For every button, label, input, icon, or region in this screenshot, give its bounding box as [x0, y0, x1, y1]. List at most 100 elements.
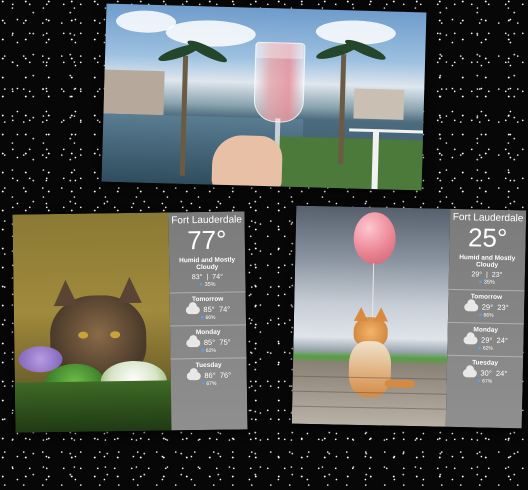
- current-temperature: 25°: [467, 222, 508, 254]
- forecast-temps: 30° 24°: [480, 369, 507, 379]
- raindrop-icon: ●: [200, 347, 205, 355]
- forecast-temps: 85° 74°: [203, 305, 230, 314]
- forecast-precip-value: 66%: [483, 312, 494, 319]
- kitten-tail: [384, 379, 415, 389]
- raindrop-icon: ●: [477, 345, 482, 352]
- low-temp: 74°: [212, 273, 223, 281]
- forecast-day: Monday 29° 24° ● 62%: [447, 321, 524, 353]
- cloud-icon: [186, 371, 201, 380]
- cloud-icon: [462, 368, 477, 377]
- forecast-precip-value: 62%: [205, 347, 216, 354]
- forecast-day: Tuesday 86° 76° ● 67%: [170, 357, 247, 388]
- weather-panel: Fort Lauderdale 77° Humid and Mostly Clo…: [168, 211, 248, 431]
- precipitation: ● 35%: [449, 279, 525, 287]
- foliage: [14, 380, 172, 433]
- forecast-high: 85°: [203, 337, 216, 347]
- weather-card-right: Fort Lauderdale 25° Humid and Mostly Clo…: [291, 205, 527, 429]
- day-name: Tomorrow: [191, 295, 224, 304]
- cloud: [165, 19, 257, 48]
- forecast-row: 29° 24°: [447, 335, 523, 346]
- kitten-ear: [353, 306, 369, 322]
- forecast-high: 29°: [481, 302, 494, 312]
- lawn: [276, 136, 427, 191]
- forecast-high: 30°: [480, 368, 492, 378]
- day-name: Tuesday: [472, 359, 499, 367]
- forecast-precip-value: 67%: [482, 378, 493, 385]
- forecast-day: Tomorrow 85° 74° ● 66%: [169, 291, 246, 322]
- pink-balloon: [353, 211, 397, 265]
- building: [353, 88, 405, 120]
- raindrop-icon: ●: [477, 378, 481, 385]
- forecast-row: 85° 74°: [170, 304, 246, 314]
- forecast-temps: 85° 75°: [204, 338, 231, 347]
- precipitation: ● 35%: [169, 281, 245, 288]
- forecast-low: 24°: [495, 368, 508, 379]
- high-low: 83° | 74°: [169, 273, 245, 281]
- forecast-low: 75°: [219, 337, 231, 347]
- kitten-photo: [291, 205, 451, 427]
- forecast-high: 29°: [481, 335, 493, 345]
- building: [103, 69, 165, 116]
- separator: |: [206, 273, 209, 281]
- forecast-precip: ● 62%: [447, 345, 523, 353]
- forecast-precip-value: 67%: [206, 380, 217, 387]
- forecast-high: 85°: [203, 304, 215, 314]
- forecast-low: 23°: [497, 302, 509, 313]
- raindrop-icon: ●: [478, 312, 483, 319]
- precip-value: 35%: [483, 279, 495, 286]
- forecast-precip: ● 67%: [447, 378, 523, 386]
- marina-photo: [101, 3, 427, 191]
- day-name: Monday: [473, 326, 499, 334]
- weather-card-left: Fort Lauderdale 77° Humid and Mostly Clo…: [12, 211, 248, 433]
- precip-value: 35%: [204, 281, 216, 288]
- forecast-row: 29° 23°: [448, 302, 524, 313]
- current-temperature: 77°: [186, 224, 227, 256]
- glass-rim: [255, 41, 304, 60]
- forecast-precip: ● 66%: [448, 312, 524, 320]
- high-temp: 29°: [471, 271, 483, 279]
- forecast-temps: 29° 24°: [481, 336, 508, 346]
- day-name: Tuesday: [195, 361, 222, 370]
- forecast-high: 86°: [204, 370, 216, 380]
- cloud-icon: [185, 338, 200, 347]
- forecast-day: Tuesday 30° 24° ● 67%: [446, 354, 524, 386]
- kitten-ear: [373, 307, 389, 322]
- forecast-precip-value: 66%: [205, 314, 216, 321]
- forecast-low: 24°: [496, 335, 509, 346]
- deck-board: [292, 405, 447, 410]
- raindrop-icon: ●: [478, 279, 483, 286]
- cat-ear: [117, 276, 142, 304]
- forecast-low: 76°: [219, 370, 232, 380]
- forecast-low: 74°: [218, 304, 231, 314]
- cat-photo: [12, 212, 172, 433]
- cloud-icon: [463, 302, 478, 311]
- forecast-precip: ● 62%: [170, 347, 246, 354]
- forecast-row: 30° 24°: [447, 368, 523, 379]
- kitten-body: [348, 340, 392, 398]
- raindrop-icon: ●: [200, 314, 205, 322]
- forecast-day: Tomorrow 29° 23° ● 66%: [447, 288, 525, 320]
- forecast-precip: ● 67%: [171, 380, 247, 387]
- separator: |: [485, 271, 488, 279]
- raindrop-icon: ●: [199, 281, 204, 289]
- cloud-icon: [463, 335, 478, 344]
- forecast-temps: 29° 23°: [482, 303, 509, 313]
- cloud-icon: [185, 305, 200, 314]
- day-name: Monday: [195, 328, 221, 337]
- forecast-row: 86° 76°: [171, 370, 247, 380]
- weather-panel: Fort Lauderdale 25° Humid and Mostly Clo…: [445, 208, 527, 429]
- low-temp: 23°: [491, 271, 503, 279]
- hand: [211, 134, 283, 191]
- high-temp: 83°: [191, 273, 203, 282]
- forecast-precip-value: 62%: [482, 345, 493, 352]
- forecast-row: 85° 75°: [170, 337, 246, 347]
- condition-text: Humid and Mostly Cloudy: [179, 256, 236, 272]
- forecast-temps: 86° 76°: [204, 371, 231, 380]
- forecast-day: Monday 85° 75° ● 62%: [170, 324, 247, 355]
- railing: [349, 128, 424, 134]
- raindrop-icon: ●: [201, 380, 206, 388]
- cat-ear: [53, 279, 78, 307]
- forecast-precip: ● 66%: [170, 314, 246, 321]
- day-name: Tomorrow: [470, 293, 503, 301]
- condition-text: Humid and Mostly Cloudy: [459, 254, 516, 269]
